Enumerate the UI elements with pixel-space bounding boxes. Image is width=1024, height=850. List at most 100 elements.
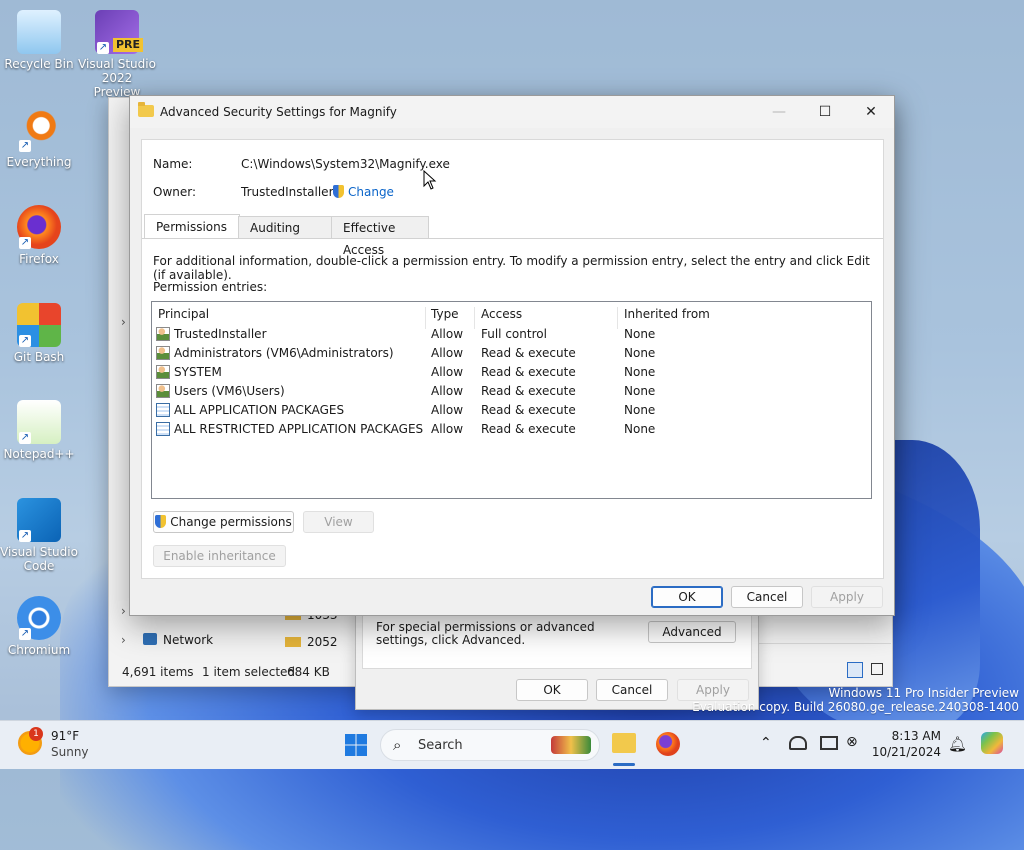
file-explorer-taskbar-icon[interactable] bbox=[612, 733, 636, 753]
desktop-shortcut[interactable]: ↗ Notepad++ bbox=[0, 400, 78, 461]
mouse-cursor-icon bbox=[423, 170, 437, 190]
search-icon: ⌕ bbox=[393, 736, 402, 754]
weather-description[interactable]: Sunny bbox=[51, 745, 89, 759]
divider bbox=[142, 238, 883, 239]
permission-entry-row[interactable]: SYSTEM Allow Read & execute None bbox=[152, 363, 871, 382]
column-header-type[interactable]: Type bbox=[431, 307, 459, 321]
enable-inheritance-button[interactable]: Enable inheritance bbox=[153, 545, 286, 567]
desktop-shortcut[interactable]: ↗ Everything bbox=[0, 108, 78, 169]
app-package-icon bbox=[156, 403, 170, 417]
dialog-title-bar[interactable]: Advanced Security Settings for Magnify —… bbox=[130, 96, 894, 128]
shortcut-arrow-icon: ↗ bbox=[97, 42, 109, 54]
status-item-count: 4,691 items bbox=[122, 665, 194, 679]
app-package-icon bbox=[156, 422, 170, 436]
weather-alert-badge: 1 bbox=[29, 727, 43, 741]
clock-time[interactable]: 8:13 AM bbox=[879, 729, 941, 743]
tiles-view-icon[interactable] bbox=[871, 663, 883, 675]
view-button[interactable]: View bbox=[303, 511, 374, 533]
active-app-indicator bbox=[613, 763, 635, 766]
tab-permissions[interactable]: Permissions bbox=[144, 214, 240, 239]
permission-entry-row[interactable]: TrustedInstaller Allow Full control None bbox=[152, 325, 871, 344]
permission-entries-list[interactable]: Principal Type Access Inherited from Tru… bbox=[151, 301, 872, 499]
taskbar: 1 91°F Sunny ⌕ Search ⌃ ⊗ 8:13 AM 10/21/… bbox=[0, 720, 1024, 769]
cell-principal: ALL RESTRICTED APPLICATION PACKAGES bbox=[174, 422, 424, 436]
cell-access: Read & execute bbox=[481, 365, 576, 379]
divider bbox=[756, 643, 891, 644]
taskbar-search-box[interactable]: ⌕ Search bbox=[380, 729, 600, 761]
cell-inherited: None bbox=[624, 365, 656, 379]
display-icon[interactable] bbox=[820, 736, 838, 750]
nav-item-network[interactable]: Network bbox=[163, 633, 213, 647]
permission-entry-row[interactable]: Users (VM6\Users) Allow Read & execute None bbox=[152, 382, 871, 401]
firefox-icon: ↗ bbox=[17, 205, 61, 249]
permission-entry-row[interactable]: ALL APPLICATION PACKAGES Allow Read & exec… bbox=[152, 401, 871, 420]
permission-entry-row[interactable]: Administrators (VM6\Administrators) Allow… bbox=[152, 344, 871, 363]
volume-muted-icon[interactable]: ⊗ bbox=[846, 734, 858, 750]
chevron-up-icon[interactable]: ⌃ bbox=[760, 735, 772, 751]
owner-change-link[interactable]: Change bbox=[333, 185, 394, 199]
desktop-shortcut[interactable]: ↗ Chromium bbox=[0, 596, 78, 657]
user-group-icon bbox=[156, 346, 170, 360]
column-header-inherited-from[interactable]: Inherited from bbox=[624, 307, 710, 321]
shortcut-arrow-icon: ↗ bbox=[19, 628, 31, 640]
search-placeholder: Search bbox=[418, 738, 463, 753]
info-text: For additional information, double-click… bbox=[153, 254, 870, 282]
desktop-shortcut[interactable]: ↗ Visual Studio Code bbox=[0, 498, 78, 573]
tab-effective-access[interactable]: Effective Access bbox=[331, 216, 429, 257]
folder-icon bbox=[138, 102, 154, 117]
user-group-icon bbox=[156, 327, 170, 341]
firefox-taskbar-icon[interactable] bbox=[656, 732, 680, 756]
minimize-icon[interactable]: — bbox=[756, 96, 802, 128]
change-permissions-label: Change permissions bbox=[170, 515, 292, 529]
change-permissions-button[interactable]: Change permissions bbox=[153, 511, 294, 533]
file-path-value: C:\Windows\System32\Magnify.exe bbox=[241, 157, 450, 171]
close-icon[interactable]: ✕ bbox=[848, 96, 894, 128]
copilot-icon[interactable] bbox=[981, 732, 1003, 754]
weather-temperature[interactable]: 91°F bbox=[51, 729, 79, 743]
user-group-icon bbox=[156, 365, 170, 379]
cancel-button[interactable]: Cancel bbox=[731, 586, 803, 608]
cell-access: Read & execute bbox=[481, 422, 576, 436]
cell-access: Read & execute bbox=[481, 346, 576, 360]
cell-type: Allow bbox=[431, 403, 464, 417]
desktop-shortcut[interactable]: Recycle Bin bbox=[0, 10, 78, 71]
shortcut-arrow-icon: ↗ bbox=[19, 335, 31, 347]
chevron-right-icon[interactable]: › bbox=[121, 315, 126, 329]
column-header-principal[interactable]: Principal bbox=[158, 307, 209, 321]
cell-inherited: None bbox=[624, 327, 656, 341]
maximize-icon[interactable]: ☐ bbox=[802, 96, 848, 128]
desktop-shortcut-label: Chromium bbox=[7, 643, 71, 657]
status-size: 684 KB bbox=[287, 665, 330, 679]
chevron-right-icon[interactable]: › bbox=[121, 633, 126, 647]
desktop-shortcut-label: Notepad++ bbox=[3, 447, 75, 461]
desktop-shortcut[interactable]: PRE ↗ Visual Studio 2022 Preview bbox=[78, 10, 156, 99]
props-cancel-button[interactable]: Cancel bbox=[596, 679, 668, 701]
desktop-shortcut[interactable]: ↗ Firefox bbox=[0, 205, 78, 266]
column-header-access[interactable]: Access bbox=[481, 307, 522, 321]
advanced-button[interactable]: Advanced bbox=[648, 621, 736, 643]
chevron-right-icon[interactable]: › bbox=[121, 604, 126, 618]
desktop-shortcut[interactable]: ↗ Git Bash bbox=[0, 303, 78, 364]
details-view-icon[interactable] bbox=[847, 662, 863, 678]
uac-shield-icon bbox=[333, 185, 344, 198]
git-bash-icon: ↗ bbox=[17, 303, 61, 347]
apply-button[interactable]: Apply bbox=[811, 586, 883, 608]
start-button[interactable] bbox=[344, 733, 368, 757]
permission-entries-label: Permission entries: bbox=[153, 280, 268, 294]
clock-date[interactable]: 10/21/2024 bbox=[871, 745, 941, 759]
shortcut-arrow-icon: ↗ bbox=[19, 530, 31, 542]
ok-button[interactable]: OK bbox=[651, 586, 723, 608]
network-disconnected-icon[interactable] bbox=[789, 736, 807, 750]
visual-studio-preview-icon: PRE ↗ bbox=[95, 10, 143, 54]
notification-bell-icon[interactable]: 🔔︎ bbox=[948, 735, 967, 753]
tab-auditing[interactable]: Auditing bbox=[238, 216, 333, 239]
advanced-security-dialog: Advanced Security Settings for Magnify —… bbox=[129, 95, 895, 616]
folder-item-name[interactable]: 2052 bbox=[307, 635, 338, 649]
notepad-plus-plus-icon: ↗ bbox=[17, 400, 61, 444]
permission-entry-row[interactable]: ALL RESTRICTED APPLICATION PACKAGES Allow… bbox=[152, 420, 871, 439]
search-highlight-icon bbox=[551, 736, 591, 754]
watermark-line: Windows 11 Pro Insider Preview bbox=[828, 686, 1019, 700]
cell-inherited: None bbox=[624, 346, 656, 360]
props-ok-button[interactable]: OK bbox=[516, 679, 588, 701]
list-header: Principal Type Access Inherited from bbox=[152, 302, 871, 329]
